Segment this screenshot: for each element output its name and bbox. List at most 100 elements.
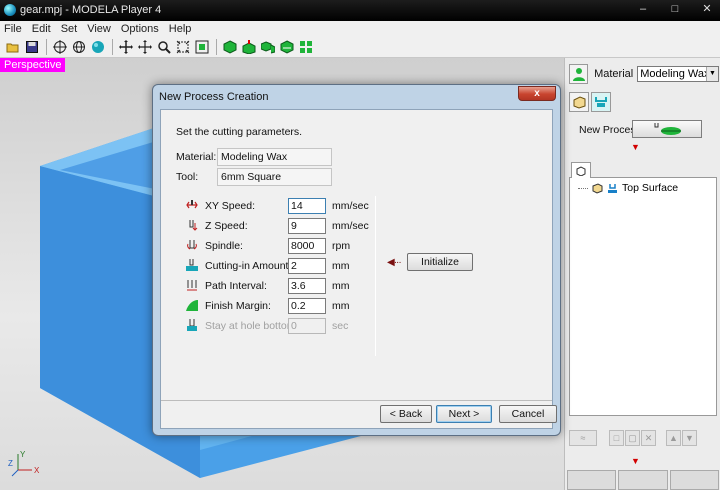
window-title: gear.mpj - MODELA Player 4: [20, 4, 162, 16]
param-xy-speed: XY Speed: 14 mm/sec: [186, 198, 386, 214]
menu-set[interactable]: Set: [57, 23, 84, 35]
preview-path-button[interactable]: ≈: [569, 430, 597, 446]
output-button-3[interactable]: [669, 470, 719, 490]
close-window-button[interactable]: ✕: [698, 2, 716, 16]
stay-hole-label: Stay at hole bottom:: [205, 320, 299, 332]
down-arrow-icon: ▼: [631, 456, 640, 466]
new-process-button[interactable]: [632, 120, 702, 138]
move-icon[interactable]: [117, 38, 135, 56]
material-select-value: Modeling Wax: [640, 68, 710, 80]
pan-icon[interactable]: [136, 38, 154, 56]
spindle-icon: [187, 240, 197, 250]
param-z-speed: Z Speed: 9 mm/sec: [186, 218, 386, 234]
material-label: Material: [594, 68, 634, 80]
output-buttons: [567, 470, 719, 490]
cube-green-icon[interactable]: [221, 38, 239, 56]
xy-speed-icon: [186, 200, 198, 209]
path-interval-icon: [187, 280, 197, 291]
delete-process-button[interactable]: ✕: [641, 430, 656, 446]
xy-speed-unit: mm/sec: [332, 200, 369, 212]
tree-item-top-surface[interactable]: Top Surface: [578, 182, 678, 194]
perspective-label: Perspective: [0, 58, 66, 72]
grid-cubes-icon[interactable]: [297, 38, 315, 56]
menu-help[interactable]: Help: [165, 23, 198, 35]
edit-process-button[interactable]: ▢: [625, 430, 640, 446]
path-interval-label: Path Interval:: [205, 280, 267, 292]
toolbar-separator: [112, 38, 113, 55]
user-icon[interactable]: [569, 64, 589, 84]
save-icon[interactable]: [23, 38, 41, 56]
finish-margin-input[interactable]: 0.2: [288, 298, 326, 314]
minimize-button[interactable]: –: [634, 2, 652, 16]
shaded-sphere-icon[interactable]: [89, 38, 107, 56]
path-interval-input[interactable]: 3.6: [288, 278, 326, 294]
copy-process-button[interactable]: □: [609, 430, 624, 446]
menu-options[interactable]: Options: [117, 23, 165, 35]
move-down-button[interactable]: ▼: [682, 430, 697, 446]
output-button-1[interactable]: [567, 470, 617, 490]
process-panel: Material Modeling Wax ▼ New Process ▼ To…: [564, 58, 720, 490]
fit-model-icon[interactable]: [193, 38, 211, 56]
z-speed-label: Z Speed:: [205, 220, 248, 232]
zoom-icon[interactable]: [155, 38, 173, 56]
toolbar: [0, 36, 720, 58]
process-tree[interactable]: Top Surface: [569, 178, 717, 416]
view-crosshair-icon[interactable]: [51, 38, 69, 56]
dialog-intro: Set the cutting parameters.: [176, 126, 303, 138]
finish-margin-icon: [186, 300, 198, 311]
title-bar: gear.mpj - MODELA Player 4 – □ ✕: [0, 0, 720, 21]
open-folder-icon[interactable]: [4, 38, 22, 56]
spindle-input[interactable]: 8000: [288, 238, 326, 254]
initialize-button[interactable]: Initialize: [407, 253, 473, 271]
axis-gizmo: Y X Z: [8, 450, 40, 477]
param-finish-margin: Finish Margin: 0.2 mm: [186, 298, 386, 314]
next-button[interactable]: Next >: [436, 405, 492, 423]
dialog-close-button[interactable]: x: [518, 86, 556, 101]
finish-margin-unit: mm: [332, 300, 350, 312]
view-globe-icon[interactable]: [70, 38, 88, 56]
z-speed-input[interactable]: 9: [288, 218, 326, 234]
cube-path-icon[interactable]: [278, 38, 296, 56]
cancel-button[interactable]: Cancel: [499, 405, 557, 423]
down-arrow-icon: ▼: [631, 142, 640, 152]
spindle-label: Spindle:: [205, 240, 243, 252]
app-icon: [4, 4, 16, 16]
cutting-in-input[interactable]: 2: [288, 258, 326, 274]
xy-speed-label: XY Speed:: [205, 200, 256, 212]
cutting-in-label: Cutting-in Amount:: [205, 260, 292, 272]
tool-info-value: 6mm Square: [217, 168, 332, 186]
dialog-body: Set the cutting parameters. Material: Mo…: [160, 109, 557, 429]
menu-edit[interactable]: Edit: [28, 23, 57, 35]
param-path-interval: Path Interval: 3.6 mm: [186, 278, 386, 294]
material-row: Material Modeling Wax ▼: [569, 64, 719, 84]
tool-icon: [608, 183, 617, 193]
move-up-button[interactable]: ▲: [666, 430, 681, 446]
material-info-value: Modeling Wax: [217, 148, 332, 166]
chevron-down-icon[interactable]: ▼: [706, 67, 718, 81]
toolbar-separator: [46, 38, 47, 55]
back-button[interactable]: < Back: [380, 405, 432, 423]
axis-z-label: Z: [8, 459, 13, 468]
menu-file[interactable]: File: [0, 23, 28, 35]
menu-bar: File Edit Set View Options Help: [0, 21, 720, 36]
z-speed-icon: [189, 220, 198, 231]
new-process-dialog: New Process Creation x Set the cutting p…: [152, 84, 561, 436]
xy-speed-input[interactable]: 14: [288, 198, 326, 214]
param-cutting-in: Cutting-in Amount: 2 mm: [186, 258, 386, 274]
tree-tab-model[interactable]: [571, 162, 591, 178]
cube-multi-icon[interactable]: [259, 38, 277, 56]
stay-hole-icon: [187, 319, 197, 331]
param-stay-hole-bottom: Stay at hole bottom: 0 sec: [186, 318, 386, 334]
model-box-icon[interactable]: [569, 92, 589, 112]
toolbar-separator: [216, 38, 217, 55]
output-button-2[interactable]: [618, 470, 668, 490]
material-select[interactable]: Modeling Wax ▼: [637, 66, 719, 82]
zoom-fit-icon[interactable]: [174, 38, 192, 56]
params-separator: [375, 196, 376, 356]
menu-view[interactable]: View: [83, 23, 117, 35]
maximize-button[interactable]: □: [666, 2, 684, 16]
process-icon[interactable]: [591, 92, 611, 112]
cube-download-icon[interactable]: [240, 38, 258, 56]
